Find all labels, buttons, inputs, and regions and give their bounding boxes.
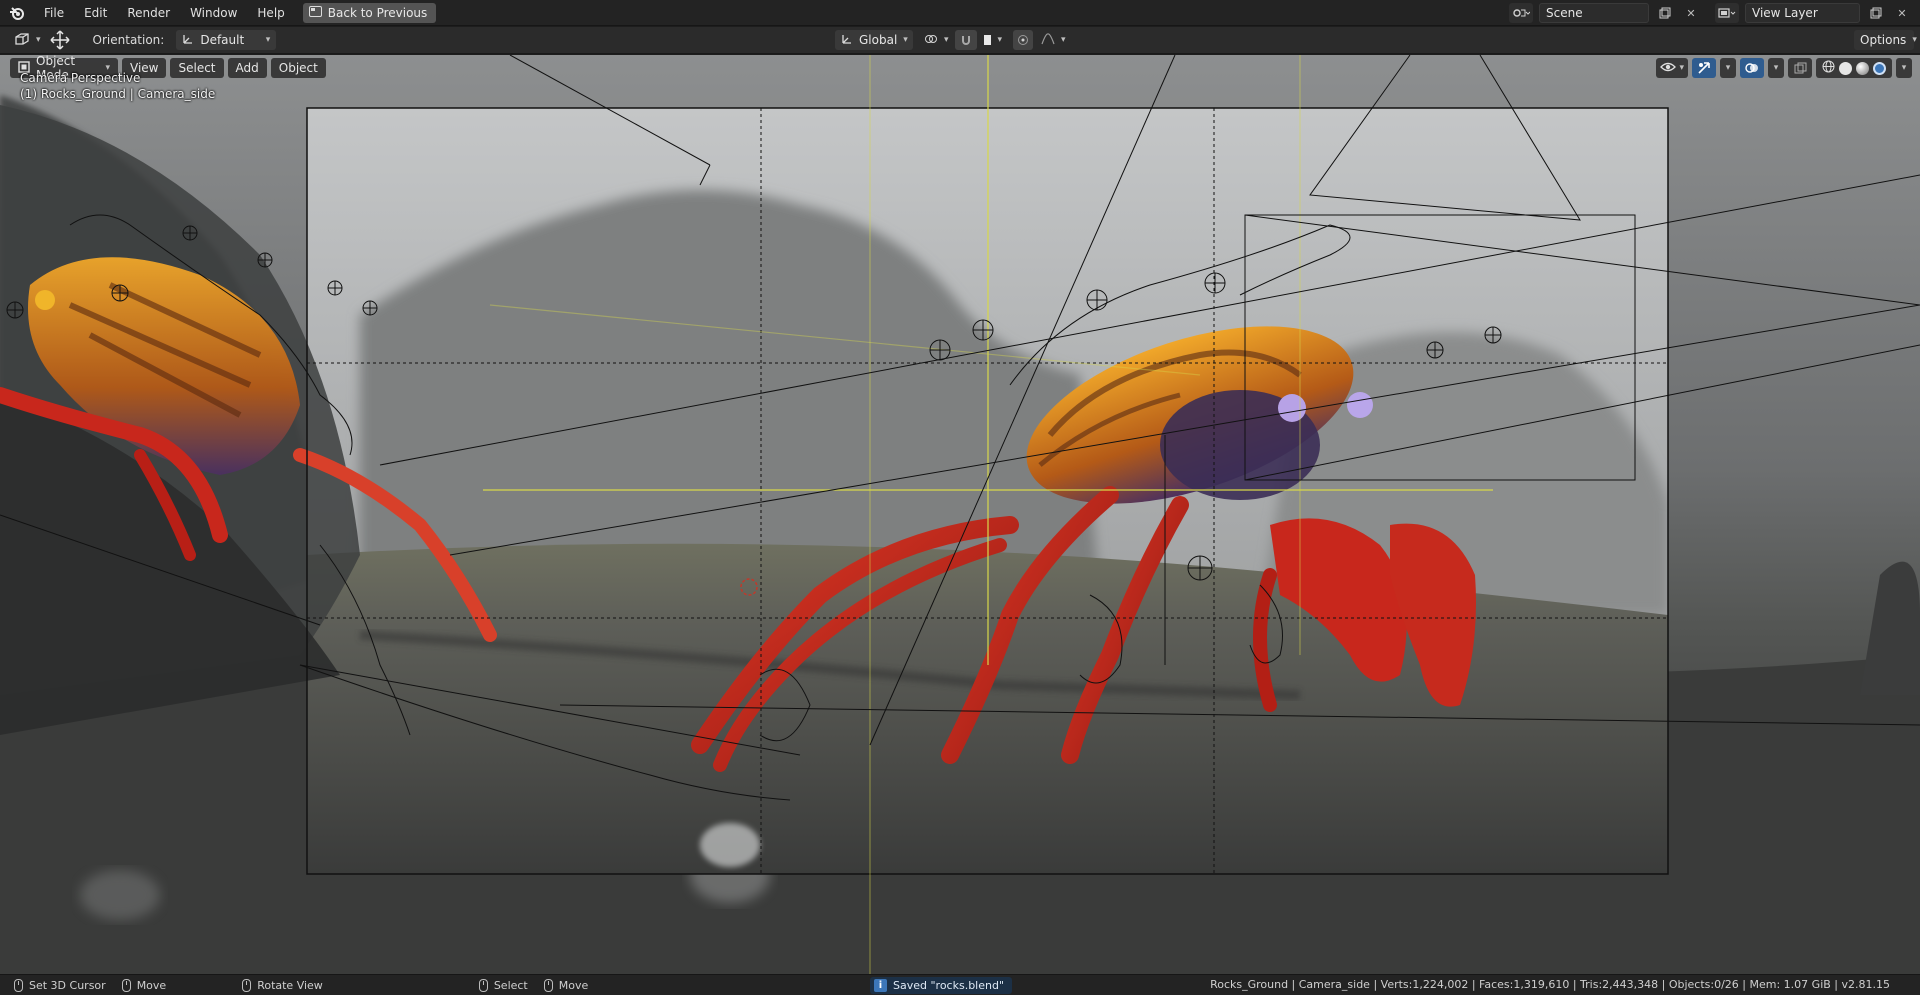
orientation-label: Orientation:: [92, 33, 165, 47]
tool-settings-bar: ▾ Orientation: Default ▾ Global ▾ ▾ ▾ ▾ …: [0, 27, 1920, 54]
editor-type-selector[interactable]: ▾: [8, 30, 47, 50]
gizmo-toggle-icon[interactable]: [1692, 58, 1716, 78]
mouse-drag-icon: [121, 978, 131, 992]
chevron-down-icon: ▾: [36, 35, 41, 45]
falloff-dropdown[interactable]: ▾: [1035, 30, 1066, 50]
chevron-down-icon: ▾: [1901, 63, 1907, 73]
chevron-down-icon: ▾: [903, 35, 908, 45]
menu-file[interactable]: File: [34, 2, 74, 24]
chevron-down-icon: ▾: [997, 35, 1002, 45]
view-layer-name: View Layer: [1752, 6, 1818, 20]
active-object-overlay: (1) Rocks_Ground | Camera_side: [20, 87, 216, 101]
viewport-display-controls: ▾ ▾ ▾ ▾: [1656, 58, 1912, 78]
new-scene-icon[interactable]: [1655, 3, 1675, 23]
pivot-icon: [924, 33, 938, 48]
options-dropdown[interactable]: Options ▾: [1854, 30, 1917, 50]
workspace-selectors: Scene ✕ View Layer ✕: [1509, 2, 1912, 24]
snap-toggle-icon[interactable]: [955, 30, 977, 50]
transform-orientation-dropdown[interactable]: Global ▾: [835, 30, 913, 50]
delete-view-layer-icon[interactable]: ✕: [1892, 3, 1912, 23]
view-layer-field[interactable]: View Layer: [1745, 3, 1860, 23]
mouse-drag-icon: [543, 978, 553, 992]
view-layer-selector-icon[interactable]: [1715, 3, 1739, 23]
status-bar: Set 3D Cursor Move Rotate View Select Mo…: [0, 974, 1920, 995]
hint-rotate-view: Rotate View: [234, 978, 331, 992]
top-menubar: File Edit Render Window Help Back to Pre…: [0, 0, 1920, 26]
menu-render[interactable]: Render: [117, 2, 180, 24]
chevron-down-icon: ▾: [1061, 35, 1066, 45]
wireframe-shading-icon[interactable]: [1822, 60, 1835, 76]
hint-select-label: Select: [493, 978, 528, 992]
transform-space-value: Global: [859, 33, 898, 47]
orientation-dropdown[interactable]: Default ▾: [176, 30, 277, 50]
global-axis-icon: [841, 33, 853, 48]
gizmo-dropdown-chevron[interactable]: ▾: [1720, 58, 1736, 78]
new-view-layer-icon[interactable]: [1866, 3, 1886, 23]
hint-set-3d-cursor-label: Set 3D Cursor: [29, 978, 106, 992]
menu-object-label: Object: [278, 61, 318, 75]
delete-scene-icon[interactable]: ✕: [1681, 3, 1701, 23]
3d-viewport-icon: [14, 32, 30, 49]
menu-window[interactable]: Window: [180, 2, 247, 24]
rendered-scene[interactable]: [0, 55, 1920, 974]
hint-rotate-view-label: Rotate View: [257, 978, 323, 992]
material-preview-shading-icon[interactable]: [1856, 61, 1869, 75]
scene-name: Scene: [1546, 6, 1583, 20]
axis-icon: [182, 33, 194, 48]
hint-move-2: Move: [536, 978, 597, 992]
hint-move-label: Move: [136, 978, 167, 992]
menu-add[interactable]: Add: [227, 58, 267, 78]
orientation-value: Default: [200, 33, 245, 47]
xray-toggle-icon[interactable]: [1788, 58, 1812, 78]
menu-select-label: Select: [178, 61, 216, 75]
viewport-header: Object Mode ▾ View Select Add Object: [0, 55, 1920, 82]
info-icon: i: [874, 979, 887, 992]
move-tool-icon[interactable]: [47, 30, 73, 50]
menu-help[interactable]: Help: [247, 2, 294, 24]
mouse-middle-icon: [242, 978, 252, 992]
chevron-down-icon: ▾: [944, 35, 949, 45]
chevron-down-icon: ▾: [1773, 63, 1779, 73]
shading-dropdown-chevron[interactable]: ▾: [1896, 58, 1912, 78]
overlays-toggle-icon[interactable]: [1740, 58, 1764, 78]
visibility-dropdown[interactable]: ▾: [1656, 58, 1688, 78]
eye-icon: [1660, 61, 1677, 76]
chevron-down-icon: ▾: [1912, 35, 1917, 45]
solid-shading-icon[interactable]: [1839, 61, 1852, 75]
options-label: Options: [1860, 33, 1907, 47]
3d-viewport[interactable]: Object Mode ▾ View Select Add Object ▾ ▾…: [0, 55, 1920, 974]
chevron-down-icon: ▾: [1725, 63, 1731, 73]
hint-set-3d-cursor: Set 3D Cursor: [6, 978, 114, 992]
pivot-point-dropdown[interactable]: ▾: [918, 30, 949, 50]
blender-logo-icon[interactable]: [0, 0, 34, 26]
snap-target-dropdown[interactable]: ▾: [978, 30, 1008, 50]
proportional-editing-icon[interactable]: [1013, 30, 1033, 50]
hint-select: Select: [471, 978, 536, 992]
hint-move: Move: [114, 978, 175, 992]
overlays-dropdown-chevron[interactable]: ▾: [1768, 58, 1784, 78]
falloff-curve-icon: [1041, 32, 1055, 48]
shading-mode-buttons: [1816, 58, 1892, 78]
chevron-down-icon: ▾: [265, 35, 271, 45]
report-message[interactable]: i Saved "rocks.blend": [870, 977, 1013, 994]
report-message-text: Saved "rocks.blend": [893, 979, 1005, 992]
menu-object[interactable]: Object: [270, 58, 326, 78]
menu-select[interactable]: Select: [170, 58, 224, 78]
menu-edit[interactable]: Edit: [74, 2, 117, 24]
scene-selector-icon[interactable]: [1509, 3, 1533, 23]
hint-move-2-label: Move: [558, 978, 589, 992]
rendered-shading-icon[interactable]: [1873, 61, 1886, 75]
scene-name-field[interactable]: Scene: [1539, 3, 1649, 23]
chevron-down-icon: ▾: [1679, 63, 1684, 73]
menu-add-label: Add: [235, 61, 259, 75]
fullscreen-exit-icon: [308, 5, 322, 20]
scene-statistics: Rocks_Ground | Camera_side | Verts:1,224…: [1210, 978, 1890, 991]
snap-increment-icon: [984, 35, 992, 45]
view-name-overlay: Camera Perspective: [20, 71, 141, 85]
mouse-left-icon: [14, 978, 23, 992]
back-to-previous-button[interactable]: Back to Previous: [302, 2, 437, 23]
mouse-right-icon: [478, 978, 488, 992]
back-to-previous-label: Back to Previous: [327, 5, 428, 20]
